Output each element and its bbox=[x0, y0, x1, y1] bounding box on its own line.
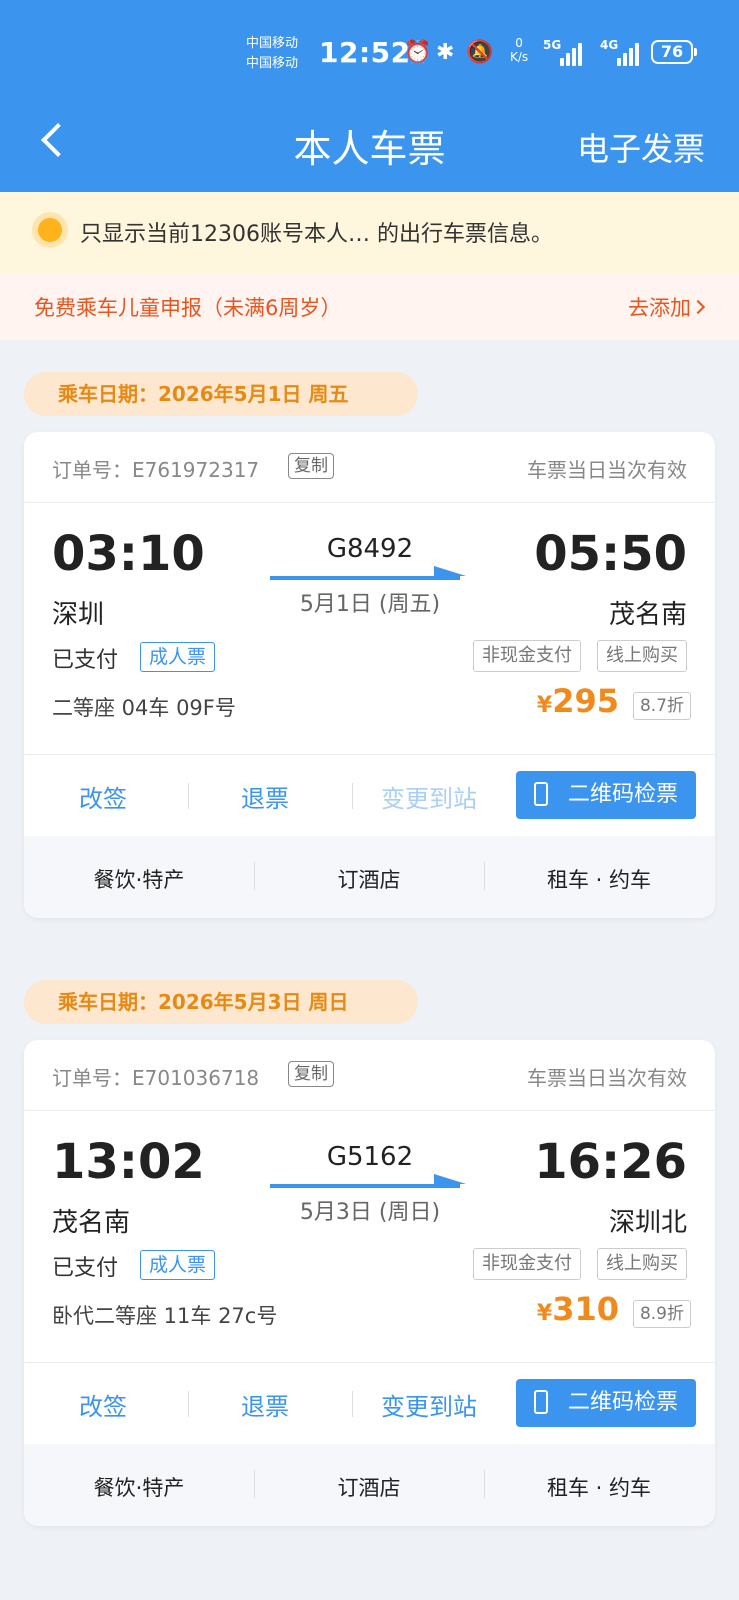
add-child-link[interactable]: 去添加 bbox=[628, 292, 691, 322]
clock: 12:52 bbox=[319, 36, 411, 69]
travel-date-pill: 乘车日期：2026年5月1日 周五 bbox=[24, 372, 418, 416]
change-ticket-button[interactable]: 改签 bbox=[28, 779, 178, 814]
arrival-station: 茂名南 bbox=[608, 600, 687, 630]
mute-icon: 🔕 bbox=[466, 40, 494, 65]
divider bbox=[352, 783, 353, 809]
signal-icon bbox=[560, 42, 582, 66]
change-station-button[interactable]: 变更到站 bbox=[354, 779, 504, 814]
copy-button[interactable]: 复制 bbox=[288, 1061, 334, 1087]
price: ¥295 bbox=[537, 682, 619, 720]
purchase-channel-tag: 线上购买 bbox=[597, 640, 687, 672]
train-date: 5月3日 (周日) bbox=[299, 1200, 441, 1225]
ticket-card: 订单号：E701036718 复制 车票当日当次有效 13:02 茂名南 G51… bbox=[24, 1040, 715, 1526]
payment-method-tag: 非现金支付 bbox=[473, 1248, 581, 1280]
carrier-2: 中国移动 bbox=[246, 56, 299, 71]
network-type-2: 4G bbox=[600, 38, 619, 52]
car-rental-link[interactable]: 租车 · 约车 bbox=[484, 864, 714, 894]
price-value: 310 bbox=[552, 1290, 619, 1328]
ticket-card: 订单号：E761972317 复制 车票当日当次有效 03:10 深圳 G849… bbox=[24, 432, 715, 918]
departure-time: 13:02 bbox=[52, 1134, 205, 1190]
food-specialty-link[interactable]: 餐饮·特产 bbox=[24, 1472, 254, 1502]
network-type-1: 5G bbox=[543, 38, 562, 52]
validity-text: 车票当日当次有效 bbox=[527, 458, 687, 482]
refund-button[interactable]: 退票 bbox=[190, 1387, 340, 1422]
qr-check-button[interactable]: 二维码检票 bbox=[516, 1379, 696, 1427]
notice-banner: 只显示当前12306账号本人… 的出行车票信息。 bbox=[0, 192, 739, 274]
carrier-info: 中国移动 中国移动 bbox=[246, 34, 298, 74]
qr-check-button[interactable]: 二维码检票 bbox=[516, 771, 696, 819]
payment-method-tag: 非现金支付 bbox=[473, 640, 581, 672]
train-number: G8492 bbox=[326, 534, 414, 564]
price: ¥310 bbox=[537, 1290, 619, 1328]
divider bbox=[352, 1391, 353, 1417]
currency-symbol: ¥ bbox=[536, 693, 553, 718]
discount-badge: 8.9折 bbox=[632, 1300, 691, 1328]
departure-station: 茂名南 bbox=[52, 1208, 131, 1238]
food-specialty-link[interactable]: 餐饮·特产 bbox=[24, 864, 254, 894]
travel-date-pill: 乘车日期：2026年5月3日 周日 bbox=[24, 980, 418, 1024]
notice-text: 只显示当前12306账号本人… 的出行车票信息。 bbox=[80, 222, 553, 247]
divider bbox=[188, 783, 189, 809]
network-speed: 0 K/s bbox=[510, 36, 528, 64]
train-date: 5月1日 (周五) bbox=[299, 592, 441, 617]
order-number: 订单号：E701036718 bbox=[52, 1066, 260, 1090]
change-station-button[interactable]: 变更到站 bbox=[354, 1387, 504, 1422]
arrival-time: 05:50 bbox=[534, 526, 687, 582]
validity-text: 车票当日当次有效 bbox=[527, 1066, 687, 1090]
qr-phone-icon bbox=[534, 1390, 548, 1414]
services-bar: 餐饮·特产 订酒店 租车 · 约车 bbox=[24, 1444, 715, 1526]
bluetooth-icon: ✱ bbox=[436, 40, 455, 65]
alarm-icon: ⏰ bbox=[404, 40, 432, 65]
currency-symbol: ¥ bbox=[536, 1301, 553, 1326]
chevron-right-icon bbox=[690, 299, 706, 315]
order-row: 订单号：E701036718 复制 车票当日当次有效 bbox=[24, 1040, 715, 1111]
carrier-1: 中国移动 bbox=[246, 36, 299, 51]
seat-info: 二等座 04车 09F号 bbox=[52, 696, 236, 720]
payment-status: 已支付 bbox=[52, 648, 119, 673]
arrival-station: 深圳北 bbox=[608, 1208, 687, 1238]
departure-station: 深圳 bbox=[52, 600, 105, 630]
departure-time: 03:10 bbox=[52, 526, 205, 582]
child-declaration-text: 免费乘车儿童申报（未满6周岁） bbox=[34, 296, 342, 320]
ticket-type-badge: 成人票 bbox=[140, 1250, 216, 1280]
qr-check-label: 二维码检票 bbox=[567, 1390, 678, 1415]
car-rental-link[interactable]: 租车 · 约车 bbox=[484, 1472, 714, 1502]
book-hotel-link[interactable]: 订酒店 bbox=[254, 864, 484, 894]
ticket-type-badge: 成人票 bbox=[140, 642, 216, 672]
ticket-actions: 改签 退票 变更到站 二维码检票 bbox=[24, 1362, 715, 1445]
book-hotel-link[interactable]: 订酒店 bbox=[254, 1472, 484, 1502]
payment-status: 已支付 bbox=[52, 1256, 119, 1281]
sun-icon bbox=[38, 218, 62, 242]
qr-phone-icon bbox=[534, 782, 548, 806]
status-bar: 中国移动 中国移动 12:52 ⏰ ✱ 🔕 0 K/s 5G 4G 76 bbox=[0, 34, 739, 74]
speed-unit: K/s bbox=[510, 50, 529, 64]
speed-value: 0 bbox=[515, 36, 523, 50]
signal-icon-2 bbox=[617, 42, 639, 66]
order-number: 订单号：E761972317 bbox=[52, 458, 260, 482]
e-invoice-button[interactable]: 电子发票 bbox=[577, 124, 705, 170]
services-bar: 餐饮·特产 订酒店 租车 · 约车 bbox=[24, 836, 715, 918]
copy-button[interactable]: 复制 bbox=[288, 453, 334, 479]
divider bbox=[188, 1391, 189, 1417]
arrow-right-icon bbox=[270, 1174, 466, 1188]
header: 中国移动 中国移动 12:52 ⏰ ✱ 🔕 0 K/s 5G 4G 76 本人车… bbox=[0, 0, 739, 192]
order-row: 订单号：E761972317 复制 车票当日当次有效 bbox=[24, 432, 715, 503]
train-number: G5162 bbox=[326, 1142, 414, 1172]
seat-info: 卧代二等座 11车 27c号 bbox=[52, 1304, 278, 1328]
refund-button[interactable]: 退票 bbox=[190, 779, 340, 814]
price-value: 295 bbox=[552, 682, 619, 720]
battery-icon: 76 bbox=[651, 40, 697, 64]
ticket-actions: 改签 退票 变更到站 二维码检票 bbox=[24, 754, 715, 837]
purchase-channel-tag: 线上购买 bbox=[597, 1248, 687, 1280]
change-ticket-button[interactable]: 改签 bbox=[28, 1387, 178, 1422]
arrow-right-icon bbox=[270, 566, 466, 580]
qr-check-label: 二维码检票 bbox=[567, 782, 678, 807]
nav-bar: 本人车票 电子发票 bbox=[0, 112, 739, 172]
child-declaration-banner[interactable]: 免费乘车儿童申报（未满6周岁） 去添加 bbox=[0, 274, 739, 340]
arrival-time: 16:26 bbox=[534, 1134, 687, 1190]
discount-badge: 8.7折 bbox=[632, 692, 691, 720]
